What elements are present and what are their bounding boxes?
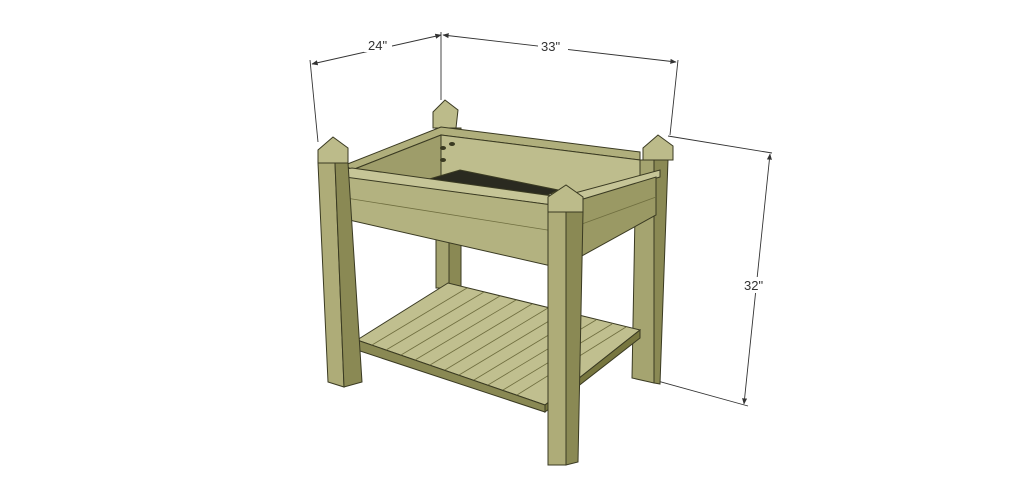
extension-line-top [667,135,773,154]
width-dimension-label: 33" [541,39,560,54]
height-dimension-label: 32" [744,278,763,293]
planter-drawing: 24" 33" 32" [309,32,773,466]
planter-diagram: 24" 33" 32" [0,0,1024,490]
lower-shelf [355,282,642,414]
front-right-leg [547,184,584,466]
extension-line-right [669,59,679,136]
screw-hole [449,142,455,146]
screw-hole [440,146,446,150]
screw-hole [440,158,446,162]
extension-line-left [309,59,319,143]
depth-dimension-label: 24" [368,38,387,53]
planter-box [339,126,661,269]
extension-line-bottom [653,379,749,407]
shelf-top [355,282,642,406]
